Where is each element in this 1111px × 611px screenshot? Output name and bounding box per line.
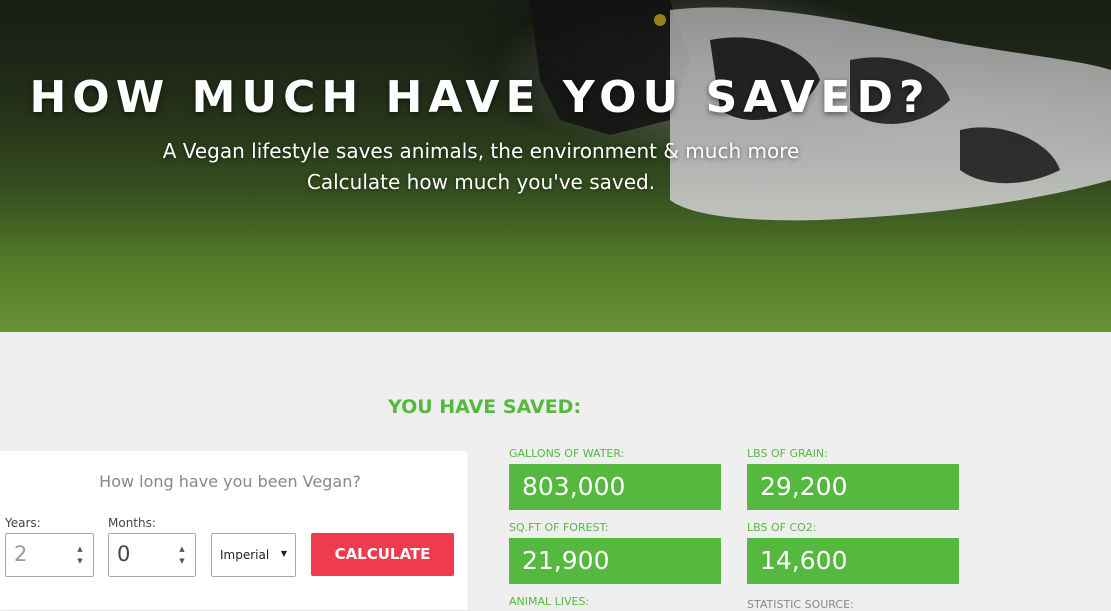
unit-select[interactable]: Imperial ▼ (211, 533, 296, 577)
form-question: How long have you been Vegan? (99, 472, 361, 491)
years-value: 2 (14, 542, 28, 566)
years-input[interactable]: 2 ▲ ▼ (5, 533, 94, 577)
stat-label-co2: LBS OF CO2: (747, 521, 817, 534)
stat-label-animals: ANIMAL LIVES: (509, 595, 590, 608)
years-label: Years: (5, 516, 41, 530)
stat-label-forest: SQ.FT OF FOREST: (509, 521, 609, 534)
results-heading: YOU HAVE SAVED: (388, 396, 582, 418)
months-label: Months: (108, 516, 156, 530)
stat-value-water: 803,000 (509, 464, 721, 510)
calculate-button[interactable]: CALCULATE (311, 533, 454, 576)
hero-subtitle-line1: A Vegan lifestyle saves animals, the env… (162, 139, 800, 163)
months-stepper-icon[interactable]: ▲ ▼ (177, 543, 187, 567)
page-title: HOW MUCH HAVE YOU SAVED? (29, 72, 931, 123)
hero-banner: HOW MUCH HAVE YOU SAVED? A Vegan lifesty… (0, 0, 1111, 332)
hero-subtitle-line2: Calculate how much you've saved. (306, 170, 656, 194)
stat-label-water: GALLONS OF WATER: (509, 447, 625, 460)
stat-label-grain: LBS OF GRAIN: (747, 447, 828, 460)
statistic-source-label: STATISTIC SOURCE: (747, 598, 854, 611)
caret-down-icon: ▼ (280, 549, 287, 558)
months-value: 0 (117, 542, 131, 566)
stat-value-forest: 21,900 (509, 538, 721, 584)
unit-selected-value: Imperial (220, 548, 270, 562)
stat-value-co2: 14,600 (747, 538, 959, 584)
hero-overlay (0, 0, 1111, 332)
stat-value-grain: 29,200 (747, 464, 959, 510)
months-input[interactable]: 0 ▲ ▼ (108, 533, 196, 577)
years-stepper-icon[interactable]: ▲ ▼ (75, 543, 85, 567)
